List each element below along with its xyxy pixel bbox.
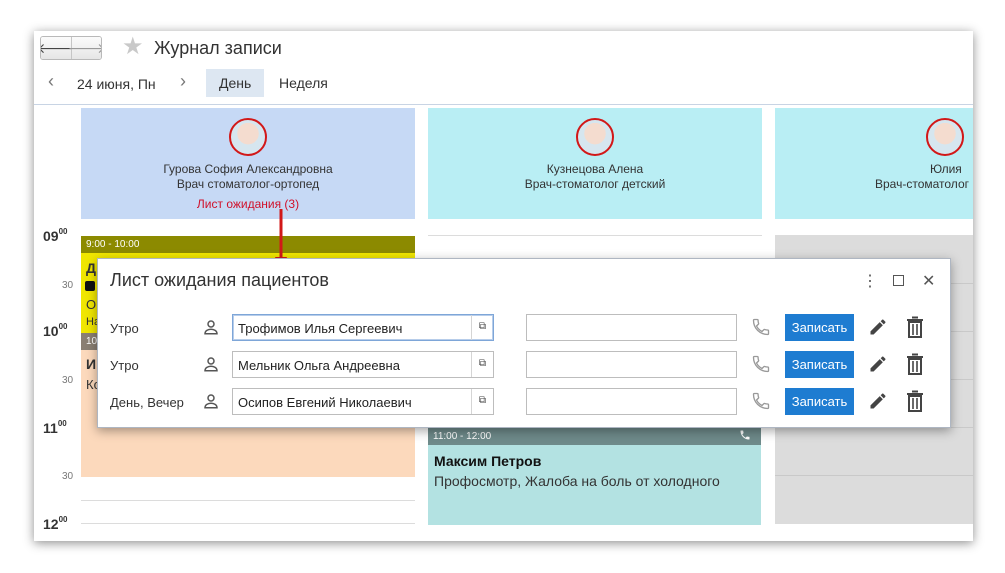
phone-icon: [739, 429, 751, 444]
journal-window: 🡐 🡒 ★ Журнал записи ‹ 24 июня, Пн › День…: [34, 31, 973, 541]
schedule-divider: [34, 104, 973, 105]
arrow-right-icon: 🡒: [67, 39, 102, 56]
person-icon: [202, 392, 220, 415]
appointment-time: 9:00 - 10:00: [81, 236, 415, 253]
trash-icon[interactable]: [906, 353, 924, 380]
patient-field-value: Мельник Ольга Андреевна: [238, 358, 400, 373]
preferred-time: День, Вечер: [110, 395, 184, 410]
appointment-text: Д: [86, 260, 96, 276]
appointment-text: О: [86, 297, 97, 312]
doctor-specialty: Врач стоматолог-ортопед: [176, 177, 320, 191]
grid-line: [81, 523, 415, 524]
more-vertical-icon[interactable]: ⋮: [862, 271, 878, 291]
doctor-name: Кузнецова Алена: [546, 162, 644, 176]
hour-label-09: 0900: [43, 227, 68, 244]
phone-field[interactable]: [526, 314, 737, 341]
doctor-avatar: [926, 118, 964, 156]
phone-icon[interactable]: [751, 317, 771, 342]
waitlist-link[interactable]: Лист ожидания (3): [81, 197, 415, 212]
current-date: 24 июня, Пн: [77, 76, 156, 92]
pencil-icon[interactable]: [868, 317, 888, 342]
patient-field[interactable]: Осипов Евгений Николаевич ⧉: [232, 388, 494, 415]
preferred-time: Утро: [110, 358, 139, 373]
doctor-name: Гурова София Александровна: [163, 162, 333, 176]
waitlist-dialog: Лист ожидания пациентов ⋮ ✕ Утро Трофимо…: [97, 258, 951, 428]
open-copy-icon[interactable]: ⧉: [471, 389, 493, 414]
appointment-type-icon: [85, 281, 95, 291]
pencil-icon[interactable]: [868, 391, 888, 416]
dialog-title: Лист ожидания пациентов: [110, 270, 329, 290]
hour-label-10: 1000: [43, 322, 68, 339]
book-button[interactable]: Записать: [785, 314, 854, 341]
tab-day[interactable]: День: [206, 69, 265, 97]
phone-field[interactable]: [526, 351, 737, 378]
appointment-block[interactable]: Максим Петров Профосмотр, Жалоба на боль…: [428, 445, 761, 525]
appointment-time: 11:00 - 12:00: [428, 428, 761, 445]
person-icon: [202, 355, 220, 378]
appointment-description: Профосмотр, Жалоба на боль от холодного: [434, 473, 720, 489]
doctor-card[interactable]: Гурова София Александровна Врач стоматол…: [81, 108, 415, 219]
appointment-time-text: 11:00 - 12:00: [433, 431, 492, 442]
half-hour-label: 30: [62, 471, 74, 482]
doctor-avatar: [229, 118, 267, 156]
doctor-avatar: [576, 118, 614, 156]
forward-button[interactable]: 🡒: [67, 37, 102, 59]
half-hour-label: 30: [62, 280, 74, 291]
date-toolbar: ‹ 24 июня, Пн › День Неделя: [34, 68, 973, 98]
phone-icon[interactable]: [751, 354, 771, 379]
grid-line: [81, 500, 415, 501]
phone-icon[interactable]: [751, 391, 771, 416]
doctor-specialty: Врач-стоматолог: [875, 177, 969, 191]
waitlist-row: День, Вечер Осипов Евгений Николаевич ⧉ …: [98, 388, 950, 416]
patient-field[interactable]: Трофимов Илья Сергеевич ⧉: [232, 314, 494, 341]
waitlist-row: Утро Трофимов Илья Сергеевич ⧉ Записать: [98, 314, 950, 342]
book-button[interactable]: Записать: [785, 351, 854, 378]
trash-icon[interactable]: [906, 316, 924, 343]
appointment-text: И: [86, 356, 97, 372]
trash-icon[interactable]: [906, 390, 924, 417]
maximize-icon[interactable]: [893, 275, 904, 286]
waitlist-row: Утро Мельник Ольга Андреевна ⧉ Записать: [98, 351, 950, 379]
next-date-chevron-icon[interactable]: ›: [180, 71, 186, 92]
doctor-specialty: Врач-стоматолог детский: [524, 177, 666, 191]
patient-field-value: Трофимов Илья Сергеевич: [238, 321, 403, 336]
prev-date-chevron-icon[interactable]: ‹: [48, 71, 54, 92]
open-copy-icon[interactable]: ⧉: [471, 315, 493, 340]
patient-field-value: Осипов Евгений Николаевич: [238, 395, 412, 410]
patient-field[interactable]: Мельник Ольга Андреевна ⧉: [232, 351, 494, 378]
grid-line: [428, 235, 762, 236]
preferred-time: Утро: [110, 321, 139, 336]
half-hour-label: 30: [62, 375, 74, 386]
history-nav: 🡐 🡒: [40, 36, 102, 60]
hour-label-12: 1200: [43, 515, 68, 532]
close-icon[interactable]: ✕: [922, 271, 935, 291]
person-icon: [202, 318, 220, 341]
doctor-name: Юлия: [930, 162, 962, 176]
pencil-icon[interactable]: [868, 354, 888, 379]
doctor-card[interactable]: Кузнецова Алена Врач-стоматолог детский: [428, 108, 762, 219]
patient-name: Максим Петров: [434, 453, 542, 469]
phone-field[interactable]: [526, 388, 737, 415]
favorite-star-icon[interactable]: ★: [122, 34, 144, 60]
open-copy-icon[interactable]: ⧉: [471, 352, 493, 377]
hour-label-11: 1100: [43, 419, 67, 436]
book-button[interactable]: Записать: [785, 388, 854, 415]
back-button[interactable]: 🡐: [41, 37, 75, 59]
doctor-card[interactable]: Юлия Врач-стоматолог: [775, 108, 973, 219]
tab-week[interactable]: Неделя: [266, 69, 341, 97]
page-title: Журнал записи: [154, 38, 282, 58]
